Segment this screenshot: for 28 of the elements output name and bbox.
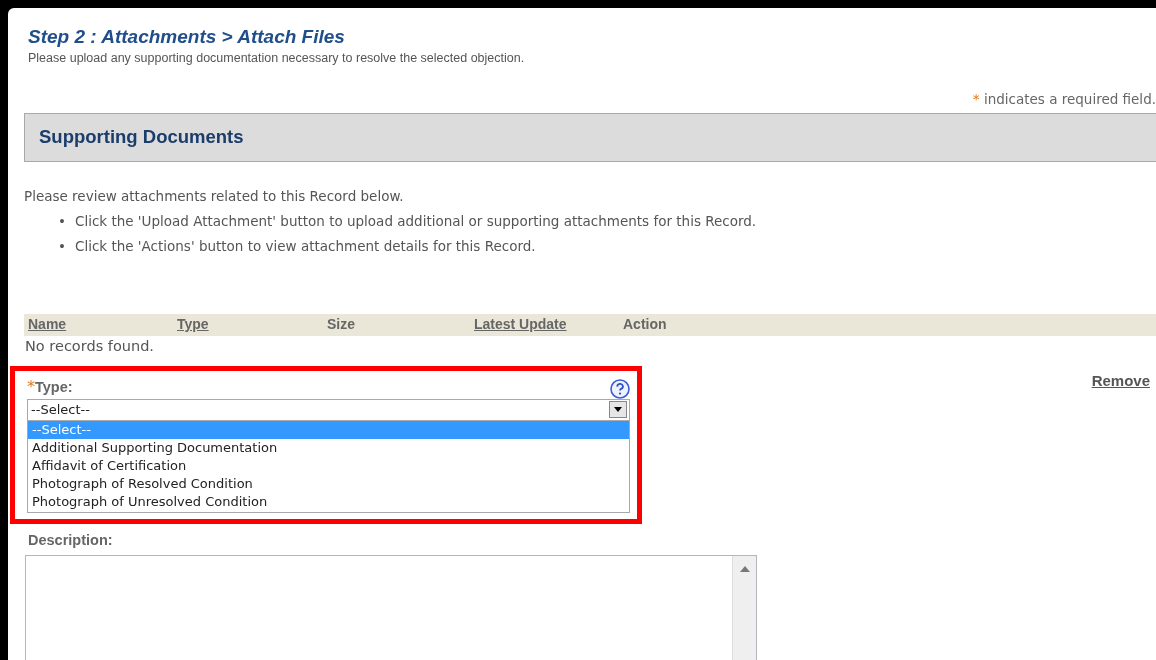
dropdown-option[interactable]: Photograph of Resolved Condition	[28, 474, 629, 493]
field-label: Description:	[28, 530, 114, 550]
column-header: Action	[622, 315, 668, 335]
column-sort-link[interactable]: Latest Update	[472, 314, 621, 336]
required-note: indicates a required field.	[982, 90, 1156, 107]
dropdown-option[interactable]: Additional Supporting Documentation	[28, 438, 629, 457]
instructions-text: Please review attachments related to this Record below.	[24, 186, 405, 206]
instruction-item: Click the 'Actions' button to view attachment details for this Record.	[74, 236, 536, 256]
bullet-mark: •	[58, 211, 66, 231]
column-header: Size	[326, 315, 356, 335]
scroll-up-icon[interactable]	[739, 566, 750, 573]
field-label: Type:	[35, 378, 73, 395]
column-sort-link[interactable]: Type	[175, 314, 325, 336]
dropdown-option[interactable]: Affidavit of Certification	[28, 456, 629, 475]
instruction-item: Click the 'Upload Attachment' button to upload additional or supporting attachments for this Record.	[74, 211, 757, 231]
required-mark: *	[972, 90, 980, 107]
description-field[interactable]	[25, 555, 757, 660]
section-title: Supporting Documents	[39, 125, 244, 150]
empty-message: No records found.	[25, 336, 155, 356]
page-subtitle: Please upload any supporting documentation necessary to resolve the selected objection.	[27, 49, 526, 67]
required-mark: *	[27, 376, 35, 396]
remove-link[interactable]: Remove	[1091, 369, 1150, 524]
page-title: Step 2 : Attachments > Attach Files	[27, 25, 346, 49]
column-sort-link[interactable]: Name	[26, 314, 175, 336]
help-icon[interactable]	[610, 378, 630, 399]
dropdown-option[interactable]: Photograph of Unresolved Condition	[28, 492, 629, 511]
bullet-mark: •	[58, 236, 66, 256]
type-select[interactable]: --Select--	[27, 398, 630, 421]
